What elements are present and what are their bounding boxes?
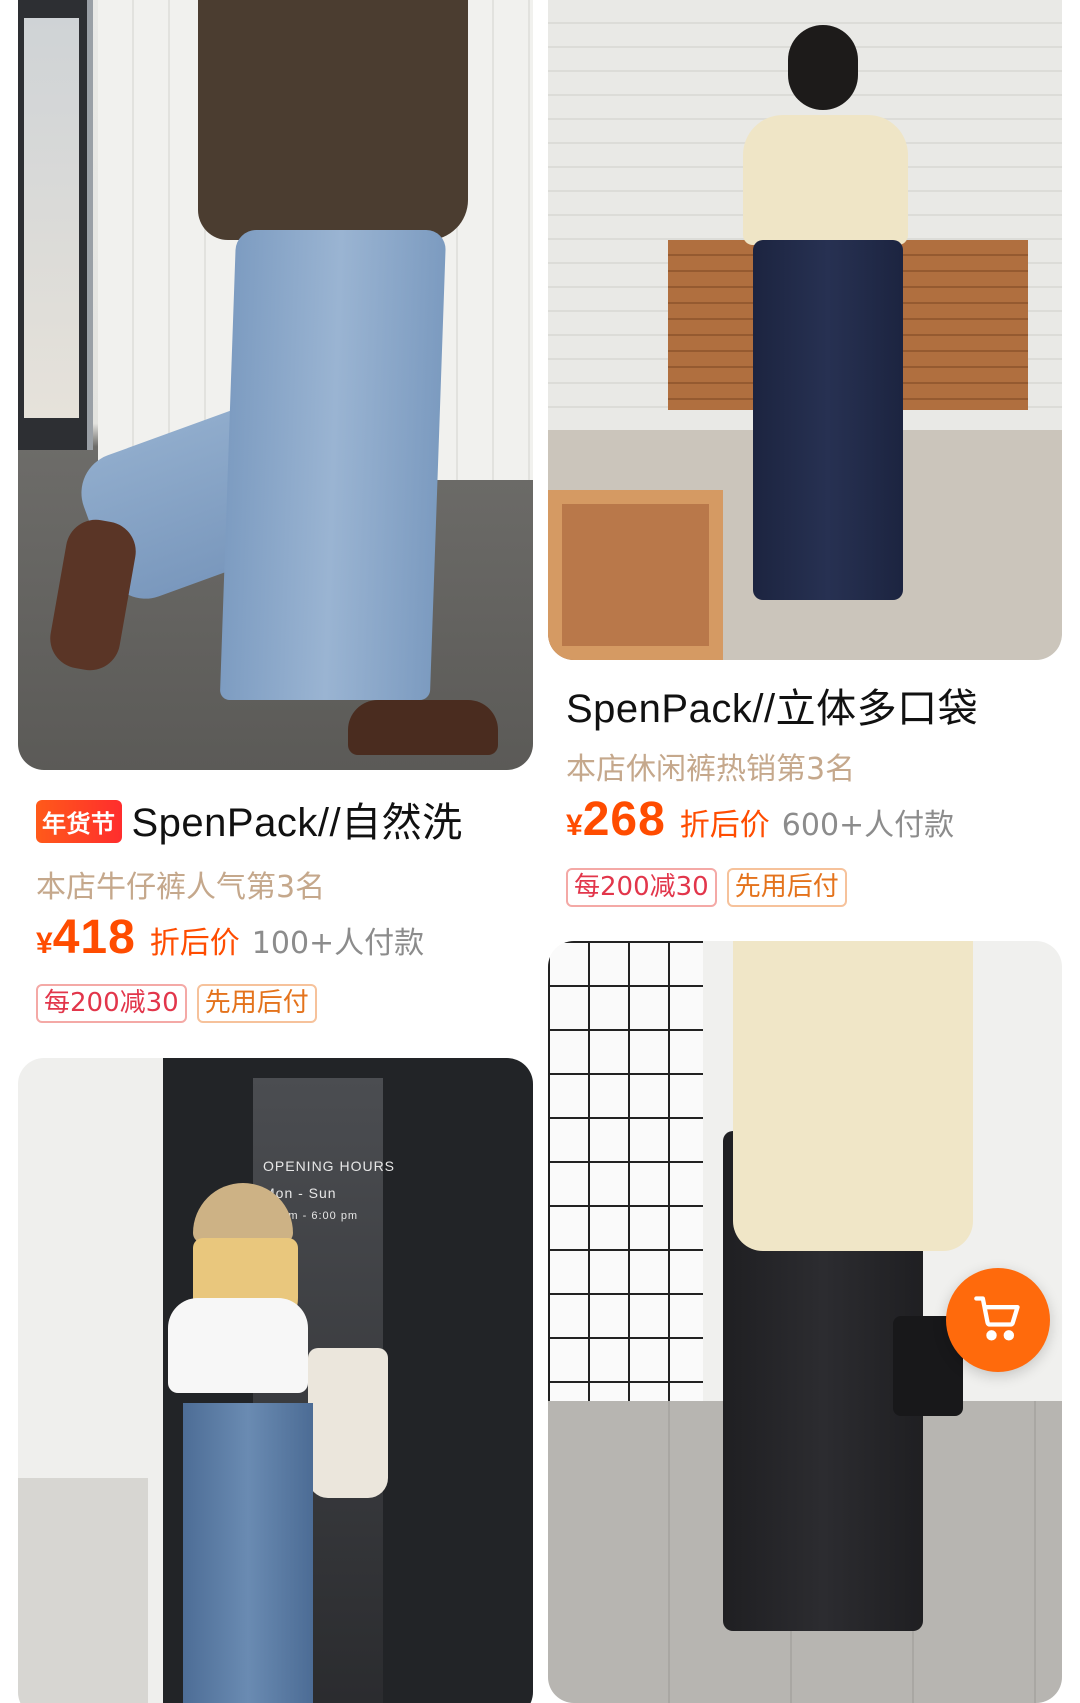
tote-bag: [308, 1348, 388, 1498]
product-price-1: 418: [52, 911, 136, 964]
cardigan: [743, 115, 908, 245]
wooden-crate: [548, 490, 723, 660]
pay-later-tag: 先用后付: [726, 868, 847, 908]
jeans: [183, 1403, 313, 1703]
jeans-leg: [219, 230, 447, 700]
add-to-cart-button[interactable]: [946, 1268, 1050, 1372]
discount-label: 折后价: [149, 926, 240, 961]
shopping-cart-icon: [972, 1292, 1024, 1348]
model-head: [788, 25, 858, 110]
pay-later-tag: 先用后付: [196, 984, 317, 1024]
paid-count-2: 600+人付款: [781, 808, 955, 843]
cargo-pants: [753, 240, 903, 600]
shoe: [348, 700, 498, 755]
promo-tags-2: 每200减30 先用后付: [566, 868, 847, 908]
jacket: [198, 0, 468, 240]
price-row-2: ¥ 268 折后价 600+人付款: [566, 792, 954, 847]
product-image-2[interactable]: [548, 0, 1062, 660]
product-rank-2: 本店休闲裤热销第3名: [566, 752, 856, 787]
door: [18, 0, 93, 450]
paid-count-1: 100+人付款: [251, 926, 425, 961]
product-image-1[interactable]: [18, 0, 533, 770]
price-row-1: ¥ 418 折后价 100+人付款: [36, 910, 424, 965]
white-tee: [168, 1298, 308, 1393]
promo-tags-1: 每200减30 先用后付: [36, 984, 317, 1024]
planter: [18, 1478, 148, 1703]
product-image-3[interactable]: OPENING HOURS Mon - Sun 00 am - 6:00 pm: [18, 1058, 533, 1703]
coupon-tag: 每200减30: [566, 868, 717, 908]
currency-symbol: ¥: [36, 927, 53, 960]
product-price-2: 268: [582, 793, 666, 846]
cream-cardigan: [733, 941, 973, 1251]
festival-badge: 年货节: [36, 799, 122, 843]
coupon-tag: 每200减30: [36, 984, 187, 1024]
tiled-wall: [548, 941, 703, 1401]
product-title-2[interactable]: SpenPack//立体多口袋: [566, 676, 978, 734]
currency-symbol: ¥: [566, 809, 583, 842]
product-title-1[interactable]: 年货节 SpenPack//自然洗: [36, 790, 463, 848]
product-rank-1: 本店牛仔裤人气第3名: [36, 870, 326, 905]
discount-label: 折后价: [679, 808, 770, 843]
